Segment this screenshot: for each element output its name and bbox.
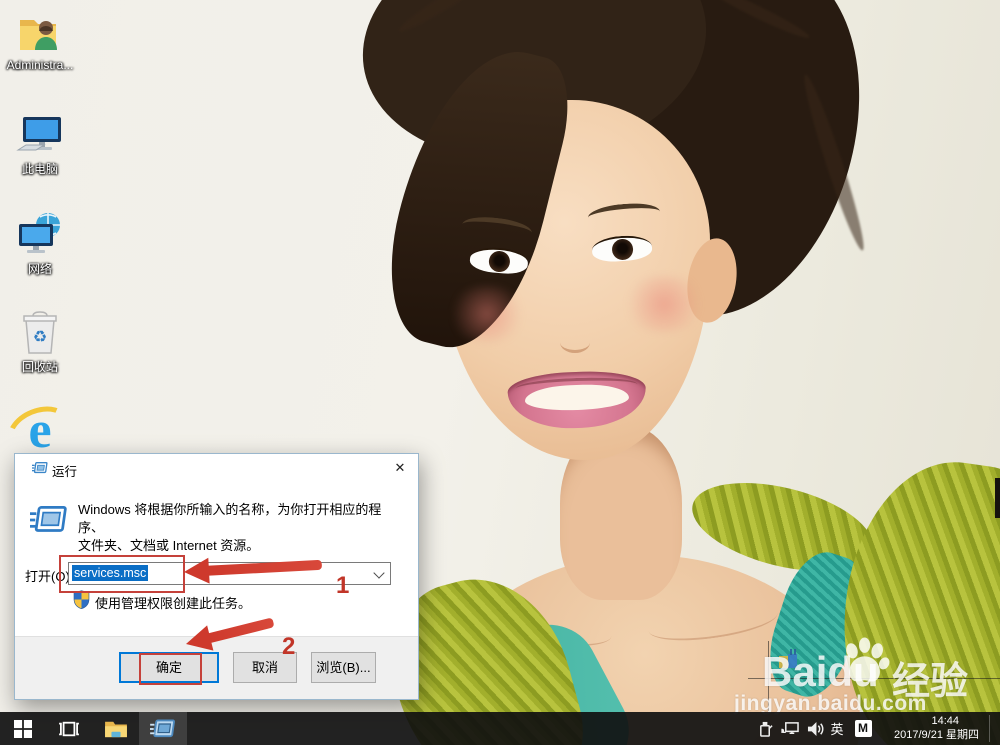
time-label: 14:44 [894, 714, 959, 728]
blush [620, 276, 708, 332]
dialog-titlebar[interactable]: 运行 ✕ [15, 454, 418, 483]
start-button[interactable] [4, 712, 42, 745]
icon-label: Administra... [2, 58, 78, 72]
watermark-paw-icon [838, 634, 894, 690]
desktop-icon-administrator[interactable]: Administra... [2, 10, 78, 72]
icon-label: 回收站 [2, 358, 78, 375]
usb-tray-icon[interactable] [752, 712, 778, 745]
internet-explorer-icon: e [2, 402, 78, 454]
description-line1: Windows 将根据你所输入的名称，为你打开相应的程序、 [78, 502, 381, 535]
desktop-icon-network[interactable]: 网络 [2, 212, 78, 277]
icon-label: 网络 [2, 260, 78, 277]
date-label: 2017/9/21 星期四 [894, 729, 979, 741]
chevron-down-icon[interactable] [373, 567, 384, 578]
usb-icon [758, 720, 773, 737]
show-desktop-divider[interactable] [989, 715, 990, 742]
language-label: 英 [830, 719, 843, 738]
annotation-box-ok [139, 653, 202, 685]
language-indicator[interactable]: 英 [826, 712, 848, 745]
nose [560, 332, 590, 353]
admin-note: 使用管理权限创建此任务。 [95, 593, 251, 612]
volume-tray-icon[interactable] [802, 712, 828, 745]
ime-badge: M [855, 720, 872, 737]
run-app-taskbar-button[interactable] [139, 712, 187, 745]
network-tray-icon[interactable] [776, 712, 804, 745]
blush [446, 286, 528, 342]
recycle-bin-icon: ♻ [2, 310, 78, 356]
taskbar: 英 M 14:44 2017/9/21 星期四 [0, 712, 1000, 745]
description-line2: 文件夹、文档或 Internet 资源。 [78, 538, 259, 553]
desktop-icon-this-pc[interactable]: 此电脑 [2, 112, 78, 177]
run-icon [30, 504, 68, 536]
desktop-icon-recycle-bin[interactable]: ♻ 回收站 [2, 310, 78, 375]
desktop-icon-internet-explorer[interactable]: e [2, 402, 78, 454]
network-icon [2, 212, 78, 258]
file-explorer-button[interactable] [96, 712, 136, 745]
browse-button[interactable]: 浏览(B)... [311, 652, 376, 683]
clock[interactable]: 14:44 2017/9/21 星期四 [894, 714, 979, 742]
run-dialog-icon [32, 461, 48, 475]
photo-edge-artifact [995, 478, 1000, 518]
task-view-button[interactable] [48, 712, 90, 745]
svg-text:♻: ♻ [33, 329, 47, 346]
run-app-icon [150, 719, 176, 739]
computer-icon [2, 112, 78, 158]
icon-label: 此电脑 [2, 160, 78, 177]
annotation-box-input [59, 555, 185, 593]
dialog-title: 运行 [52, 461, 77, 480]
close-icon[interactable]: ✕ [385, 456, 415, 480]
network-status-icon [781, 721, 800, 737]
user-folder-icon [2, 10, 78, 56]
annotation-step-2: 2 [282, 633, 295, 661]
windows-logo-icon [14, 720, 32, 738]
speaker-icon [807, 721, 824, 737]
file-explorer-icon [104, 719, 128, 739]
dialog-description: Windows 将根据你所输入的名称，为你打开相应的程序、 文件夹、文档或 In… [78, 501, 398, 555]
ime-indicator[interactable]: M [850, 712, 876, 745]
task-view-icon [58, 720, 80, 738]
annotation-step-1: 1 [336, 572, 349, 600]
